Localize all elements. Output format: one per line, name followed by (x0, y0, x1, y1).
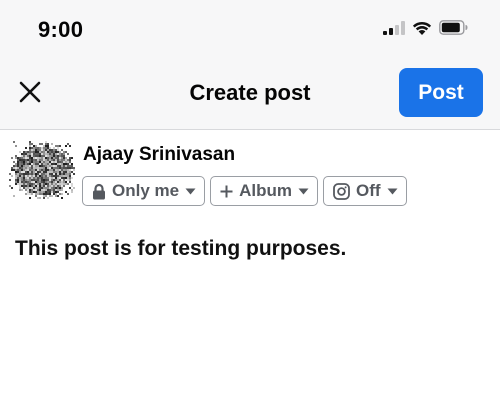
status-icons (383, 20, 468, 40)
author-name: Ajaay Srinivasan (83, 144, 236, 165)
instagram-icon (333, 182, 350, 200)
status-time: 9:00 (38, 17, 84, 42)
cellular-signal-icon (383, 20, 405, 40)
status-bar: 9:00 (0, 0, 500, 60)
lock-icon (92, 183, 106, 200)
avatar[interactable] (9, 141, 75, 199)
audience-selector[interactable]: Only me (82, 176, 206, 206)
battery-icon (439, 20, 468, 40)
caret-down-icon (387, 188, 398, 195)
instagram-label: Off (355, 181, 381, 200)
caret-down-icon (298, 188, 309, 195)
post-text[interactable]: This post is for testing purposes. (15, 237, 346, 261)
audience-label: Only me (112, 181, 180, 200)
album-selector[interactable]: Album (210, 176, 318, 206)
album-label: Album (239, 181, 292, 200)
close-button[interactable] (14, 78, 46, 110)
privacy-chips: Only me Album Off (82, 176, 407, 206)
post-button[interactable]: Post (399, 68, 483, 117)
instagram-selector[interactable]: Off (322, 176, 407, 206)
caret-down-icon (185, 188, 196, 195)
wifi-icon (412, 20, 432, 40)
header-area: 9:00 Create post Post (0, 0, 500, 130)
plus-icon (220, 185, 233, 198)
close-icon (19, 81, 41, 108)
nav-bar: Create post Post (0, 66, 500, 122)
